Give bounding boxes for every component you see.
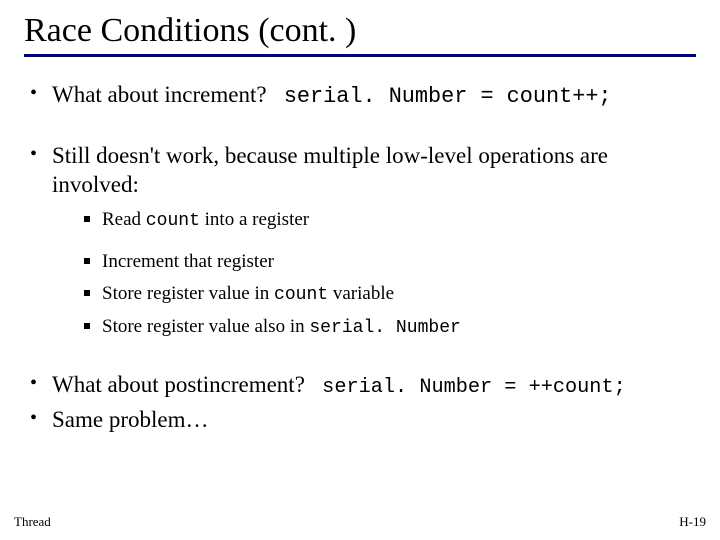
sub-bullet-list: Read count into a register Increment tha… <box>80 208 696 339</box>
main-bullet-list: What about increment? serial. Number = c… <box>24 81 696 435</box>
slide-body: What about increment? serial. Number = c… <box>24 81 696 435</box>
bullet-increment: What about increment? serial. Number = c… <box>24 81 696 110</box>
footer-left: Thread <box>14 514 51 530</box>
text: Store register value also in <box>102 316 309 337</box>
text: Read <box>102 209 146 230</box>
code-inline: count <box>146 211 200 231</box>
sub-bullet: Read count into a register <box>80 208 696 233</box>
footer-right: H-19 <box>679 514 706 530</box>
text: Store register value in <box>102 283 274 304</box>
bullet-text: Same problem… <box>52 407 209 432</box>
bullet-text: What about postincrement? <box>52 372 305 397</box>
sub-bullet: Store register value in count variable <box>80 282 696 307</box>
slide-title: Race Conditions (cont. ) <box>24 12 696 50</box>
code-snippet: serial. Number = ++count; <box>322 376 626 399</box>
code-snippet: serial. Number = count++; <box>284 84 612 109</box>
slide: Race Conditions (cont. ) What about incr… <box>0 0 720 540</box>
title-underline <box>24 54 696 57</box>
sub-bullet: Store register value also in serial. Num… <box>80 315 696 340</box>
code-inline: serial. Number <box>309 318 461 338</box>
bullet-text: What about increment? <box>52 82 267 107</box>
text: variable <box>328 283 394 304</box>
sub-bullet: Increment that register <box>80 250 696 274</box>
text: Increment that register <box>102 251 274 272</box>
text: into a register <box>200 209 309 230</box>
code-inline: count <box>274 285 328 305</box>
bullet-same-problem: Same problem… <box>24 406 696 435</box>
bullet-explanation: Still doesn't work, because multiple low… <box>24 142 696 339</box>
bullet-text: Still doesn't work, because multiple low… <box>52 143 608 197</box>
bullet-postincrement: What about postincrement? serial. Number… <box>24 371 696 400</box>
